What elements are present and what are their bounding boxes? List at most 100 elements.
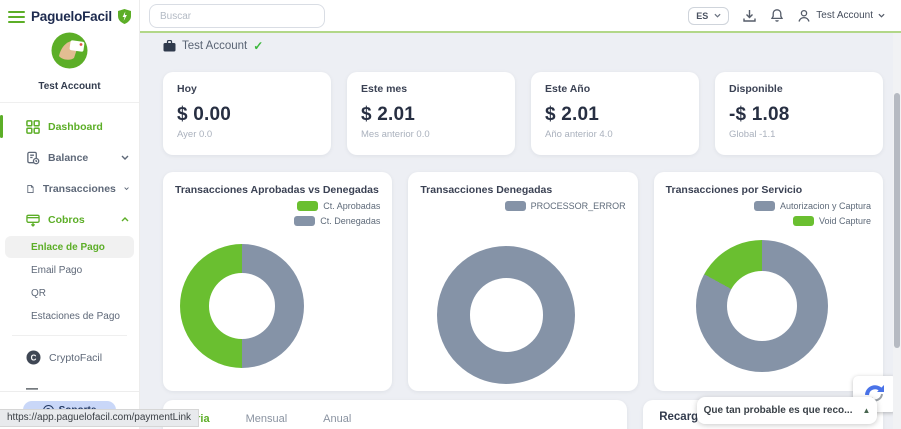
user-icon <box>797 9 811 23</box>
survey-popup-text: Que tan probable es que reco... <box>704 405 853 416</box>
sidebar-item-label: Balance <box>48 152 88 164</box>
divider <box>12 335 127 336</box>
legend-label: Ct. Aprobadas <box>323 201 380 211</box>
donut-chart-por-servicio <box>696 240 828 372</box>
main-content: Test Account ✓ Hoy $ 0.00 Ayer 0.0 Este … <box>140 33 901 429</box>
stat-value: $ 0.00 <box>177 104 317 126</box>
chart-title: Transacciones Aprobadas vs Denegadas <box>175 184 380 196</box>
sidebar-item-label: Transacciones <box>43 183 116 195</box>
language-value: ES <box>696 11 708 21</box>
stat-cards-row: Hoy $ 0.00 Ayer 0.0 Este mes $ 2.01 Mes … <box>163 72 883 155</box>
sidebar-item-balance[interactable]: Balance <box>0 142 139 173</box>
search-input[interactable] <box>149 4 325 28</box>
legend-swatch-gray <box>294 216 315 226</box>
submenu-label: Estaciones de Pago <box>31 311 120 322</box>
payments-card-icon <box>26 213 40 227</box>
sidebar-subitem-enlace-de-pago[interactable]: Enlace de Pago <box>5 236 134 258</box>
sidebar-item-label: Cobros <box>48 214 85 226</box>
chevron-down-icon <box>124 186 129 191</box>
sidebar-item-cryptofacil[interactable]: C CryptoFacil <box>0 342 139 373</box>
vertical-scrollbar[interactable] <box>893 33 901 429</box>
stat-card-disponible: Disponible -$ 1.08 Global -1.1 <box>715 72 883 155</box>
svg-text:C: C <box>31 353 37 362</box>
dashboard-grid-icon <box>26 120 40 134</box>
chart-legend: PROCESSOR_ERROR <box>505 201 626 211</box>
stat-sub: Año anterior 4.0 <box>545 129 685 140</box>
expand-triangle-icon[interactable]: ▲ <box>863 406 871 415</box>
tab-mensual[interactable]: Mensual <box>246 411 288 425</box>
survey-popup[interactable]: Que tan probable es que reco... ▲ <box>697 397 877 424</box>
briefcase-icon <box>163 40 176 52</box>
sidebar: PagueloFacil Test Account Dashboard <box>0 0 140 429</box>
chevron-down-icon <box>714 13 721 18</box>
stat-title: Disponible <box>729 83 869 95</box>
sidebar-item-dashboard[interactable]: Dashboard <box>0 111 139 142</box>
chart-card-denegadas: Transacciones Denegadas PROCESSOR_ERROR <box>408 172 637 391</box>
tab-anual[interactable]: Anual <box>323 411 351 425</box>
verified-check-icon: ✓ <box>253 39 263 53</box>
breadcrumb-label: Test Account <box>182 40 247 52</box>
stat-value: -$ 1.08 <box>729 104 869 126</box>
stat-card-este-mes: Este mes $ 2.01 Mes anterior 0.0 <box>347 72 515 155</box>
stat-title: Este Año <box>545 83 685 95</box>
sidebar-item-label: Dashboard <box>48 121 103 133</box>
legend-swatch-green <box>297 201 318 211</box>
chart-card-por-servicio: Transacciones por Servicio Autorizacion … <box>654 172 883 391</box>
sidebar-subitem-estaciones-de-pago[interactable]: Estaciones de Pago <box>5 305 134 327</box>
stat-card-hoy: Hoy $ 0.00 Ayer 0.0 <box>163 72 331 155</box>
app-logo: PagueloFacil <box>31 9 112 24</box>
stat-value: $ 2.01 <box>545 104 685 126</box>
sidebar-subitem-qr[interactable]: QR <box>5 282 134 304</box>
sidebar-item-label: CryptoFacil <box>49 352 102 364</box>
sidebar-item-cobros[interactable]: Cobros <box>0 204 139 235</box>
notifications-bell-icon[interactable] <box>770 8 784 23</box>
user-menu[interactable]: Test Account <box>797 9 885 23</box>
account-avatar[interactable] <box>51 32 88 69</box>
top-header: ES Test Account <box>140 0 901 33</box>
chevron-up-icon <box>121 217 129 222</box>
legend-label: PROCESSOR_ERROR <box>531 201 626 211</box>
chart-title: Transacciones por Servicio <box>666 184 871 196</box>
stat-title: Este mes <box>361 83 501 95</box>
donut-chart-aprobadas-denegadas <box>180 244 304 368</box>
chart-legend: Autorizacion y Captura Void Capture <box>754 201 871 226</box>
chart-title: Transacciones Denegadas <box>420 184 625 196</box>
user-menu-label: Test Account <box>816 10 873 21</box>
status-url: https://app.paguelofacil.com/paymentLink <box>7 412 191 423</box>
submenu-label: Enlace de Pago <box>31 242 105 253</box>
stat-value: $ 2.01 <box>361 104 501 126</box>
period-tabs-card: Diaria Mensual Anual <box>163 400 627 429</box>
legend-label: Ct. Denegadas <box>320 216 380 226</box>
legend-swatch-gray <box>754 201 775 211</box>
submenu-label: Email Pago <box>31 265 82 276</box>
submenu-label: QR <box>31 288 46 299</box>
hamburger-menu-icon[interactable] <box>8 11 25 23</box>
balance-icon <box>26 151 40 165</box>
legend-label: Void Capture <box>819 216 871 226</box>
legend-label: Autorizacion y Captura <box>780 201 871 211</box>
legend-swatch-green <box>793 216 814 226</box>
stat-sub: Mes anterior 0.0 <box>361 129 501 140</box>
transactions-file-icon <box>26 182 35 196</box>
chart-legend: Ct. Aprobadas Ct. Denegadas <box>294 201 380 226</box>
link-status-bar: https://app.paguelofacil.com/paymentLink <box>0 409 199 427</box>
stat-card-este-ano: Este Año $ 2.01 Año anterior 4.0 <box>531 72 699 155</box>
language-select[interactable]: ES <box>688 7 729 25</box>
scrollbar-thumb[interactable] <box>894 93 900 348</box>
chevron-down-icon <box>878 13 885 18</box>
sidebar-subitem-email-pago[interactable]: Email Pago <box>5 259 134 281</box>
stat-sub: Global -1.1 <box>729 129 869 140</box>
chart-cards-row: Transacciones Aprobadas vs Denegadas Ct.… <box>163 172 883 391</box>
chevron-down-icon <box>121 155 129 160</box>
breadcrumb: Test Account ✓ <box>163 39 263 53</box>
sidebar-item-transacciones[interactable]: Transacciones <box>0 173 139 204</box>
stat-title: Hoy <box>177 83 317 95</box>
divider <box>0 102 139 103</box>
legend-swatch-gray <box>505 201 526 211</box>
active-indicator <box>0 115 3 138</box>
shield-logo-icon <box>118 9 131 24</box>
donut-chart-denegadas <box>437 246 575 384</box>
stat-sub: Ayer 0.0 <box>177 129 317 140</box>
download-icon[interactable] <box>742 8 757 23</box>
sidebar-account-name: Test Account <box>0 81 139 92</box>
